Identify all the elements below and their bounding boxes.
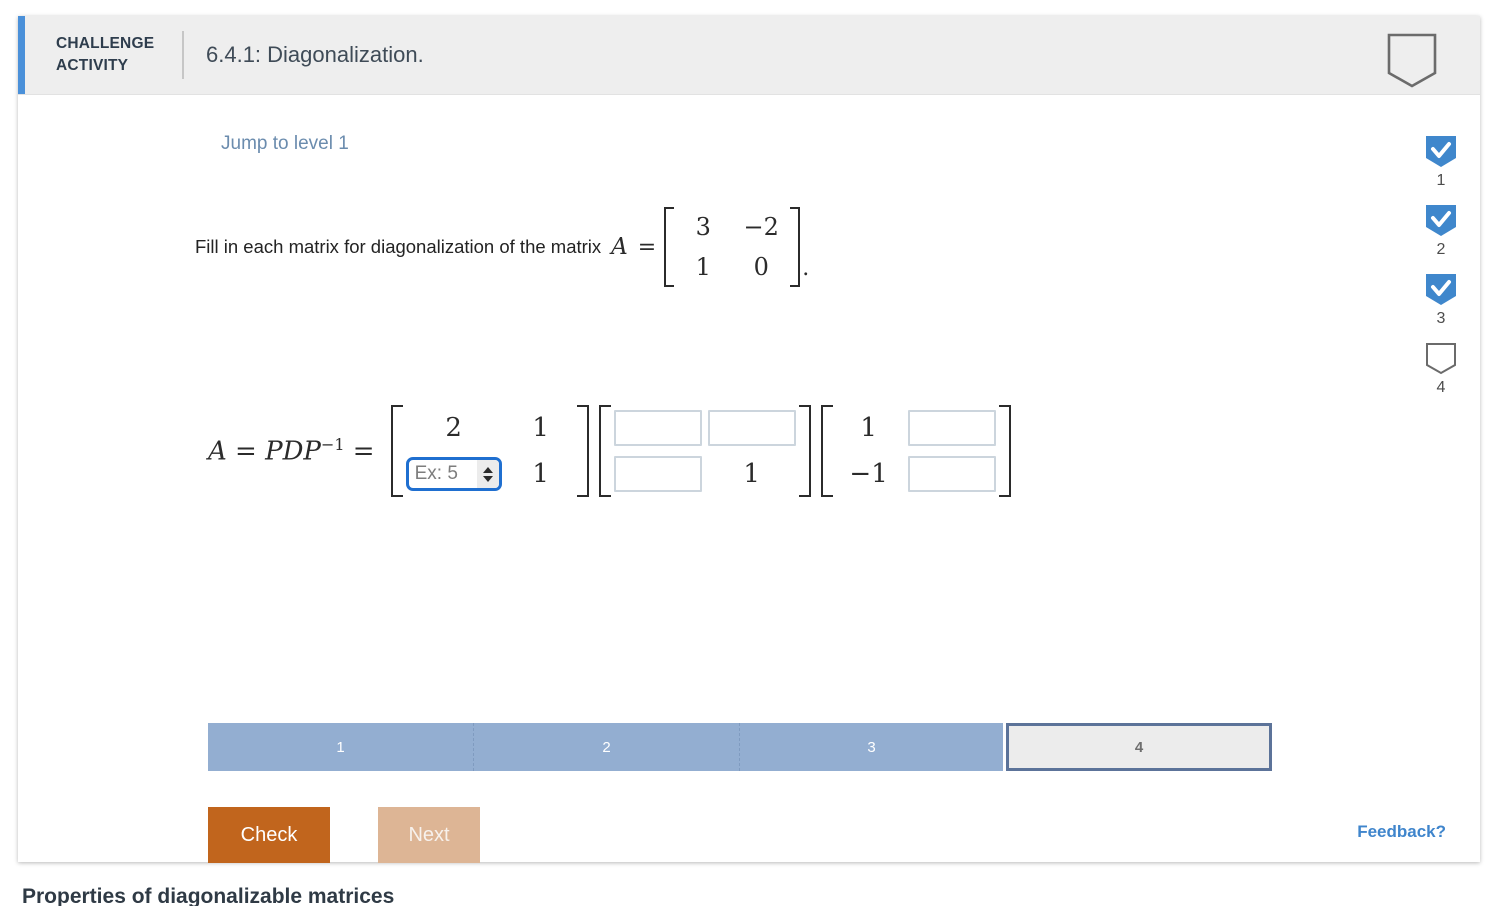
matrix-d: 1 [598, 405, 811, 497]
matrix-p: 2 1 Ex: 5 1 [390, 405, 589, 497]
matrix-a-cell-r2c1: 1 [695, 253, 711, 281]
bracket-right [798, 405, 811, 497]
check-button[interactable]: Check [208, 807, 330, 863]
prompt-equals-sign: = [637, 234, 657, 260]
question-prompt: Fill in each matrix for diagonalization … [195, 207, 809, 287]
matrix-p-cell-r1c1: 2 [445, 413, 462, 443]
bracket-right [790, 207, 801, 287]
matrix-p-input-r2c1[interactable]: Ex: 5 [405, 457, 502, 491]
matrix-pinv-cell-r2c1: −1 [849, 459, 888, 489]
progress-segment-4[interactable]: 4 [1006, 723, 1272, 771]
diagonalization-equation: A = PDP−1 = 2 1 Ex: 5 1 1 1 −1 [208, 405, 1019, 497]
equation-equals-sign: = [352, 436, 375, 467]
matrix-p-cell-r2c2: 1 [532, 459, 549, 489]
matrix-d-input-r1c2[interactable] [707, 410, 796, 446]
matrix-a-cell-r1c2: −2 [743, 213, 779, 241]
rail-label-3: 3 [1436, 310, 1446, 327]
jump-to-level-link[interactable]: Jump to level 1 [221, 133, 349, 155]
card-header: CHALLENGE ACTIVITY 6.4.1: Diagonalizatio… [18, 16, 1480, 95]
next-section-heading: Properties of diagonalizable matrices [22, 886, 395, 906]
header-accent-bar [18, 16, 25, 94]
level-progress-bar: 1 2 3 4 [208, 723, 1272, 771]
matrix-d-input-r2c1[interactable] [613, 456, 702, 492]
card-body: Jump to level 1 Fill in each matrix for … [18, 95, 1480, 863]
feedback-link[interactable]: Feedback? [1357, 822, 1446, 842]
rail-item-2[interactable]: 2 [1425, 204, 1457, 259]
prompt-text: Fill in each matrix for diagonalization … [195, 236, 602, 257]
bracket-left [664, 207, 675, 287]
progress-segment-1[interactable]: 1 [208, 723, 474, 771]
matrix-pinv-cell-r1c2 [905, 405, 999, 451]
check-banner-icon [1426, 274, 1456, 305]
spinner-down-icon[interactable] [482, 475, 493, 482]
equation-exponent: −1 [320, 435, 345, 455]
rail-label-4: 4 [1436, 379, 1446, 396]
banner-outline-icon [1386, 33, 1438, 89]
rail-label-1: 1 [1436, 172, 1446, 189]
header-divider [182, 31, 184, 79]
action-buttons: Check Next [208, 807, 480, 863]
matrix-a-cell-r1c1: 3 [695, 213, 711, 241]
matrix-pinv-input-r2c2[interactable] [907, 456, 996, 492]
matrix-p-cell-r2c1: Ex: 5 [403, 451, 505, 497]
prompt-period: . [802, 256, 810, 281]
equation-label-text: A = PDP [208, 436, 321, 467]
matrix-pinv-cell-r1c1: 1 [860, 413, 877, 443]
matrix-d-input-r1c1[interactable] [613, 410, 702, 446]
matrix-d-cell-r1c2 [705, 405, 799, 451]
rail-item-3[interactable]: 3 [1425, 273, 1457, 328]
bracket-left [390, 405, 403, 497]
matrix-d-cell-r2c2: 1 [743, 459, 760, 489]
bracket-left [598, 405, 611, 497]
bracket-right [998, 405, 1011, 497]
rail-item-4[interactable]: 4 [1425, 342, 1457, 397]
matrix-a-cell-r2c2: 0 [753, 253, 769, 281]
matrix-p-inverse: 1 −1 [820, 405, 1011, 497]
matrix-a: 3 −2 1 0 [664, 207, 801, 287]
number-spinner[interactable] [476, 460, 499, 488]
bracket-left [820, 405, 833, 497]
matrix-d-cell-r2c1 [611, 451, 705, 497]
matrix-pinv-input-r1c2[interactable] [907, 410, 996, 446]
prompt-matrix-symbol: A [611, 234, 628, 260]
matrix-d-cell-r1c1 [611, 405, 705, 451]
progress-segment-2[interactable]: 2 [474, 723, 740, 771]
matrix-pinv-cell-r2c2 [905, 451, 999, 497]
challenge-activity-card: CHALLENGE ACTIVITY 6.4.1: Diagonalizatio… [18, 16, 1480, 863]
next-button[interactable]: Next [378, 807, 480, 863]
challenge-activity-kicker: CHALLENGE ACTIVITY [56, 34, 155, 74]
check-banner-icon [1426, 136, 1456, 167]
rail-label-2: 2 [1436, 241, 1446, 258]
matrix-p-input-placeholder: Ex: 5 [414, 463, 458, 484]
matrix-p-cell-r1c2: 1 [532, 413, 549, 443]
bracket-right [576, 405, 589, 497]
spinner-up-icon[interactable] [482, 466, 493, 473]
progress-segment-3[interactable]: 3 [740, 723, 1003, 771]
rail-item-1[interactable]: 1 [1425, 135, 1457, 190]
equation-label: A = PDP−1 = [208, 435, 375, 467]
empty-banner-icon [1426, 343, 1456, 375]
activity-title: 6.4.1: Diagonalization. [206, 42, 424, 67]
check-banner-icon [1426, 205, 1456, 236]
progress-rail: 1 2 3 4 [1404, 135, 1478, 411]
